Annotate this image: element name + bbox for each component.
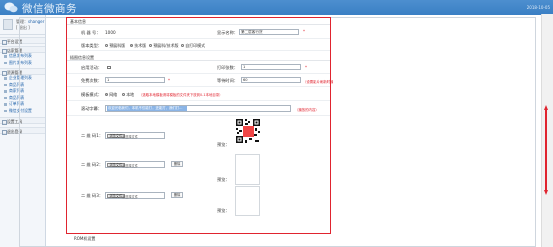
chat-bubble-logo-icon	[4, 2, 18, 13]
required-mark: *	[303, 29, 305, 34]
row-enable: 启用活动： 打印张数： 1 *	[67, 61, 330, 74]
qr3-file-input[interactable]: 浏览文件 未选择文件	[105, 192, 165, 199]
free-count-label: 免费次数：	[81, 78, 102, 83]
type-option-1[interactable]: 预展科版	[105, 43, 125, 49]
qr2-file-text: 未选择文件	[122, 164, 138, 168]
row-qr2: 二 维 码2： 浏览文件 未选择文件 删除 预览：	[67, 154, 330, 186]
qr1-file-text: 未选择文件	[122, 135, 138, 139]
row-type: 版本类型： 预展科版 技术版 预展科/技术版 自打印模式	[67, 39, 330, 51]
wait-input[interactable]: 60	[241, 77, 301, 83]
qr3-preview-box	[235, 186, 260, 216]
qr2-preview-label: 预览：	[217, 177, 230, 182]
qr1-file-input[interactable]: 浏览文件 未选择文件	[105, 132, 165, 139]
section-title-rom: ROM机设置	[74, 236, 96, 241]
qr3-label: 二 维 码3：	[81, 193, 104, 198]
qr2-delete-button[interactable]: 删除	[171, 161, 184, 167]
machine-no-label: 机 器 号：	[81, 29, 101, 35]
qr3-delete-button[interactable]: 删除	[171, 192, 184, 198]
qr1-preview-label: 预览：	[217, 142, 230, 147]
row-scroll: 滚动字幕： 欢迎光临我们，本机不仅能打，还能打，我们打... （播放的内容）	[67, 101, 330, 116]
header-date: 2018-10-05	[526, 5, 550, 10]
enable-checkbox[interactable]	[107, 65, 111, 69]
section-title-fun: 插图信息设置	[67, 54, 330, 61]
required-mark: *	[305, 64, 307, 70]
machine-no-value: 1000	[105, 29, 116, 35]
scroll-selected-text: 欢迎光临我们，本机不仅能打，还能打，我们打...	[107, 105, 187, 112]
type-option-4[interactable]: 自打印模式	[181, 43, 205, 49]
qr3-file-text: 未选择文件	[122, 195, 138, 199]
settings-panel: 基本信息 机 器 号： 1000 显示名称： 第二层客行货 * 版本类型： 预展…	[66, 17, 333, 234]
type-label: 版本类型：	[81, 42, 102, 48]
required-mark: *	[168, 77, 170, 83]
row-qr1: 二 维 码1： 浏览文件 未选择文件 预览：	[67, 116, 330, 155]
scroll-input[interactable]: 欢迎光临我们，本机不仅能打，还能打，我们打...	[105, 104, 291, 112]
scroll-down-arrow-icon	[543, 190, 548, 195]
qr1-label: 二 维 码1：	[81, 133, 104, 138]
print-count-label: 打印张数：	[217, 65, 238, 70]
display-name-label: 显示名称：	[217, 29, 238, 35]
row-machine: 机 器 号： 1000 显示名称： 第二层客行货 *	[67, 25, 330, 39]
scrollbar[interactable]	[541, 14, 553, 247]
scroll-indicator-line	[545, 110, 547, 190]
avatar	[3, 19, 13, 30]
template-option-network[interactable]: 网络	[105, 92, 117, 98]
section-title-basic: 基本信息	[67, 18, 330, 25]
template-note: （选取本地模板请将模板的文件夹下放到0-1本地目录）	[139, 93, 223, 97]
wait-note: （设置影片刷新时播放默认频次时间）	[303, 79, 333, 84]
row-qr3: 二 维 码3： 浏览文件 未选择文件 删除 预览：	[67, 186, 330, 218]
free-count-input[interactable]: 1	[105, 77, 165, 83]
display-name-input[interactable]: 第二层客行货	[239, 28, 299, 35]
print-count-input[interactable]: 1	[241, 64, 301, 70]
app-title: 微信微商务	[22, 3, 77, 15]
enable-label: 启用活动：	[81, 65, 102, 70]
top-bar: 微信微商务 2018-10-05	[0, 0, 553, 15]
type-option-3[interactable]: 预展科/技术版	[149, 43, 179, 49]
qr2-file-input[interactable]: 浏览文件 未选择文件	[105, 161, 165, 168]
qr3-preview-label: 预览：	[217, 208, 230, 213]
qr2-preview-box	[235, 154, 260, 185]
qr-code-preview-image	[235, 118, 261, 144]
wait-label: 等待时间：	[217, 78, 238, 83]
row-template: 模板模式： 网络 本地 （选取本地模板请将模板的文件夹下放到0-1本地目录）	[67, 87, 330, 101]
template-option-local[interactable]: 本地	[122, 92, 134, 98]
template-label: 模板模式：	[81, 91, 102, 97]
scroll-label: 滚动字幕：	[81, 106, 102, 111]
scroll-note: （播放的内容）	[295, 107, 319, 112]
row-free: 免费次数： 1 * 等待时间： 60 （设置影片刷新时播放默认频次时间）	[67, 74, 333, 87]
qr2-label: 二 维 码2：	[81, 162, 104, 167]
type-option-2[interactable]: 技术版	[130, 43, 146, 49]
